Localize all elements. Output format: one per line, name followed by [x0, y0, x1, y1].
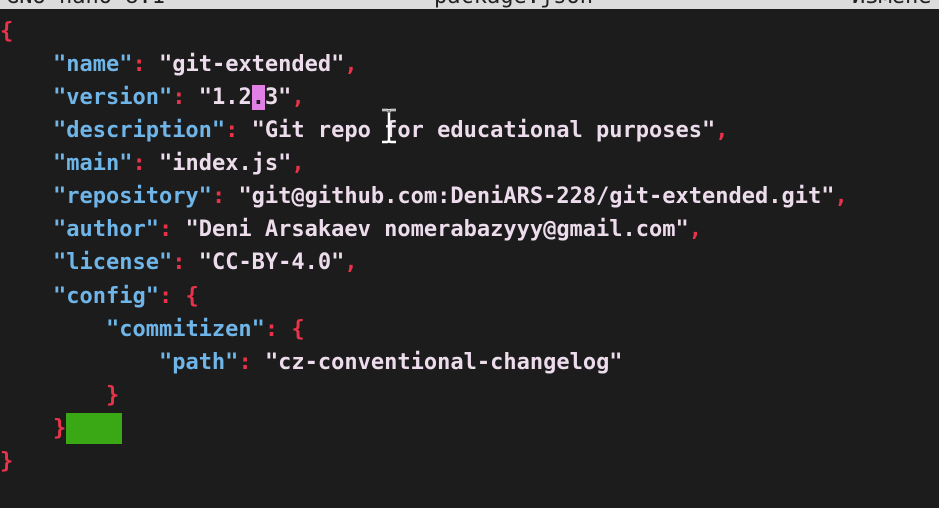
json-value-repository: "git@github.com:DeniARS-228/git-extended… — [238, 184, 835, 209]
nano-version-label: GNU nano 8.1 — [6, 0, 165, 9]
code-line-description: "description": "Git repo for educational… — [0, 114, 729, 147]
json-key-license: "license" — [52, 250, 173, 275]
code-line-close-config: } — [0, 412, 123, 445]
comma: , — [291, 151, 305, 176]
json-value-main: "index.js" — [158, 151, 292, 176]
json-value-author: "Deni Arsakaev nomerabazyyy@gmail.com" — [185, 217, 689, 242]
code-line-path: "path": "cz-conventional-changelog" — [0, 346, 623, 379]
code-line-version: "version": "1.2.3", — [0, 81, 305, 114]
open-brace: { — [0, 19, 14, 44]
editor-text-area[interactable]: { "name": "git-extended", "version": "1.… — [0, 9, 939, 508]
code-line-author: "author": "Deni Arsakaev nomerabazyyy@gm… — [0, 213, 702, 246]
json-key-path: "path" — [158, 350, 239, 375]
colon: : — [264, 317, 292, 342]
close-brace: } — [0, 449, 14, 474]
ibeam-cursor-icon — [382, 108, 396, 144]
colon: : — [172, 85, 199, 110]
json-key-main: "main" — [52, 151, 133, 176]
json-value-name: "git-extended" — [158, 52, 345, 77]
code-line-close-commitizen: } — [0, 379, 119, 412]
colon: : — [158, 217, 186, 242]
colon: : — [158, 284, 186, 309]
close-brace: } — [52, 416, 67, 441]
comma: , — [688, 217, 703, 242]
comma: , — [834, 184, 848, 209]
file-name-label: package.json — [434, 0, 593, 9]
open-brace: { — [185, 284, 199, 309]
comma: , — [344, 250, 358, 275]
comma: , — [344, 52, 358, 77]
json-key-repository: "repository" — [52, 184, 212, 209]
json-key-description: "description" — [52, 118, 226, 143]
json-value-path: "cz-conventional-changelog" — [264, 350, 623, 375]
comma: , — [715, 118, 729, 143]
colon: : — [211, 184, 239, 209]
block-cursor — [66, 413, 123, 444]
json-value-description: "Git repo for educational purposes" — [251, 118, 716, 143]
json-key-commitizen: "commitizen" — [105, 317, 265, 342]
json-key-author: "author" — [52, 217, 159, 242]
colon: : — [132, 52, 159, 77]
code-line-1: { — [0, 15, 13, 48]
colon: : — [225, 118, 252, 143]
code-line-name: "name": "git-extended", — [0, 48, 358, 81]
json-value-version-start: "1.2 — [198, 85, 252, 110]
code-line-main: "main": "index.js", — [0, 147, 305, 180]
json-key-config: "config" — [52, 284, 159, 309]
json-value-version-end: 3" — [264, 85, 292, 110]
open-brace: { — [291, 317, 305, 342]
json-key-version: "version" — [52, 85, 173, 110]
colon: : — [172, 250, 199, 275]
nano-title-bar: GNU nano 8.1 package.json Изменё — [0, 0, 939, 9]
colon: : — [238, 350, 265, 375]
colon: : — [132, 151, 159, 176]
comma: , — [291, 85, 305, 110]
code-line-repository: "repository": "git@github.com:DeniARS-22… — [0, 180, 848, 213]
code-line-config: "config": { — [0, 280, 199, 313]
json-value-license: "CC-BY-4.0" — [198, 250, 345, 275]
code-line-commitizen: "commitizen": { — [0, 313, 305, 346]
modified-status-label: Изменё — [852, 0, 931, 9]
text-cursor: . — [251, 85, 265, 110]
close-brace: } — [105, 383, 120, 408]
code-line-close-root: } — [0, 445, 13, 478]
json-key-name: "name" — [52, 52, 133, 77]
code-line-license: "license": "CC-BY-4.0", — [0, 246, 358, 279]
